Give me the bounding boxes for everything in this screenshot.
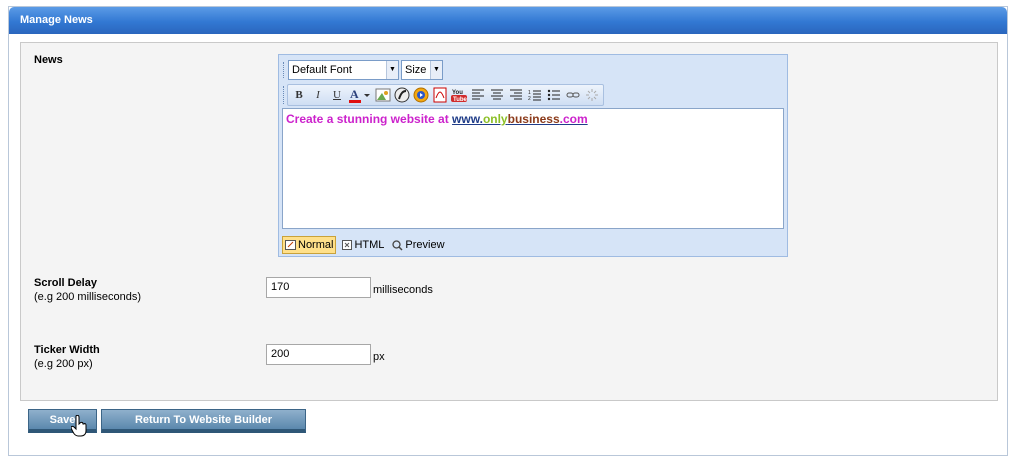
panel-title: Manage News xyxy=(9,7,1007,34)
scroll-delay-input[interactable]: 170 xyxy=(266,277,371,298)
chevron-down-icon: ▼ xyxy=(430,61,442,79)
unlink-icon[interactable] xyxy=(584,87,600,103)
chevron-down-icon: ▼ xyxy=(386,61,398,79)
link-only: only xyxy=(482,112,508,126)
scroll-delay-unit: milliseconds xyxy=(373,284,433,296)
italic-icon[interactable]: I xyxy=(310,87,326,103)
youtube-icon[interactable]: You Tube xyxy=(451,87,467,103)
content-text: Create a stunning website at xyxy=(286,112,453,126)
hand-cursor-icon xyxy=(70,414,87,440)
align-right-icon[interactable] xyxy=(508,87,524,103)
size-select[interactable]: Size ▼ xyxy=(401,60,443,80)
ticker-width-hint: (e.g 200 px) xyxy=(34,358,93,370)
flash-icon[interactable] xyxy=(394,87,410,103)
tab-normal[interactable]: Normal xyxy=(282,236,337,254)
link-business: business xyxy=(507,112,560,126)
return-to-website-builder-button[interactable]: Return To Website Builder xyxy=(101,409,306,433)
editor-mode-tabs: Normal HTML Preview xyxy=(282,236,447,254)
tab-preview[interactable]: Preview xyxy=(390,236,446,254)
svg-text:2: 2 xyxy=(528,96,531,101)
design-icon xyxy=(285,240,296,250)
magnifier-icon xyxy=(392,239,403,251)
ticker-width-unit: px xyxy=(373,351,385,363)
font-select[interactable]: Default Font ▼ xyxy=(288,60,399,80)
pdf-icon[interactable] xyxy=(432,87,448,103)
scroll-delay-label: Scroll Delay xyxy=(34,277,97,289)
rich-text-editor: Default Font ▼ Size ▼ B I U A You Tube 1… xyxy=(278,54,788,257)
svg-text:A: A xyxy=(350,87,359,101)
link-com: .com xyxy=(559,112,588,126)
ticker-width-label: Ticker Width xyxy=(34,344,100,356)
form-area: News Default Font ▼ Size ▼ B I U A You T… xyxy=(20,42,998,401)
font-color-icon[interactable]: A xyxy=(348,87,372,103)
scroll-delay-hint: (e.g 200 milliseconds) xyxy=(34,291,141,303)
bullet-list-icon[interactable] xyxy=(546,87,562,103)
html-icon xyxy=(342,240,353,250)
toolbar-grip xyxy=(283,86,286,104)
link-icon[interactable] xyxy=(565,87,581,103)
image-icon[interactable] xyxy=(375,87,391,103)
size-select-value: Size xyxy=(405,64,427,76)
bold-icon[interactable]: B xyxy=(291,87,307,103)
tab-normal-label: Normal xyxy=(298,239,334,251)
manage-news-panel: Manage News News Default Font ▼ Size ▼ B… xyxy=(8,6,1008,456)
content-link[interactable]: www.onlybusiness.com xyxy=(452,112,588,126)
news-label: News xyxy=(34,54,63,66)
underline-icon[interactable]: U xyxy=(329,87,345,103)
align-center-icon[interactable] xyxy=(489,87,505,103)
tab-html-label: HTML xyxy=(354,239,385,251)
ticker-width-input[interactable]: 200 xyxy=(266,344,371,365)
svg-text:Tube: Tube xyxy=(453,97,467,103)
formatting-toolbar: B I U A You Tube 12 xyxy=(287,84,604,106)
editor-content[interactable]: Create a stunning website at www.onlybus… xyxy=(282,108,784,229)
link-www: www. xyxy=(452,112,483,126)
toolbar-grip xyxy=(283,62,286,78)
tab-preview-label: Preview xyxy=(405,239,445,251)
tab-html[interactable]: HTML xyxy=(340,236,386,254)
align-left-icon[interactable] xyxy=(470,87,486,103)
media-icon[interactable] xyxy=(413,87,429,103)
font-select-value: Default Font xyxy=(292,64,352,76)
numbered-list-icon[interactable]: 12 xyxy=(527,87,543,103)
